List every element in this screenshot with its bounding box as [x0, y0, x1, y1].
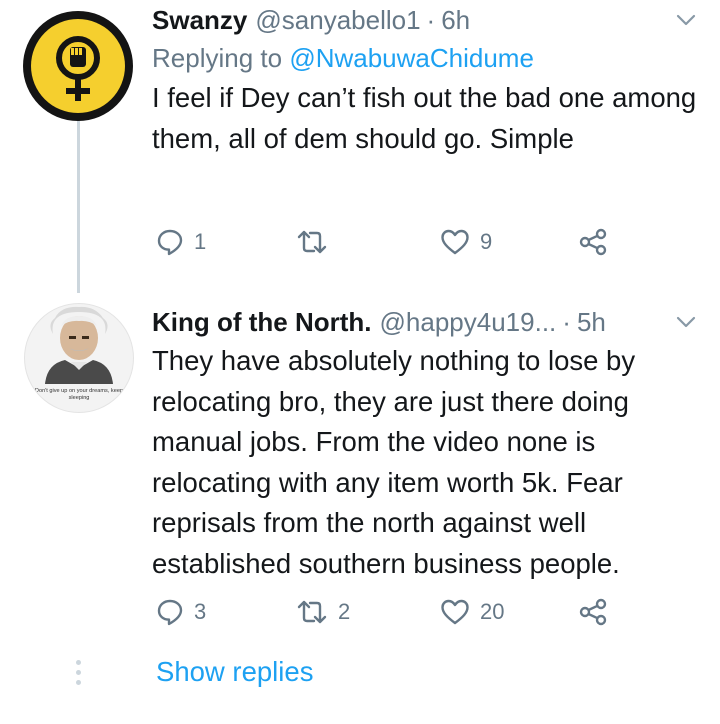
- retweet-icon: [297, 230, 327, 254]
- show-replies-link[interactable]: Show replies: [156, 656, 313, 688]
- tweet-text: They have absolutely nothing to lose by …: [152, 345, 636, 579]
- reply-icon: [157, 599, 183, 626]
- timestamp[interactable]: 5h: [577, 307, 606, 338]
- thread-dots: [76, 660, 81, 690]
- replying-to-label: Replying to: [152, 43, 283, 73]
- chevron-down-icon[interactable]: [672, 6, 700, 34]
- like-count: 9: [480, 229, 493, 254]
- tweet-header: Swanzy @sanyabello1 · 6h: [152, 2, 700, 38]
- reply-button[interactable]: 1: [156, 222, 206, 262]
- retweet-button[interactable]: [296, 222, 338, 262]
- tweet[interactable]: Swanzy @sanyabello1 · 6h Replying to @Nw…: [152, 0, 700, 256]
- mention-link[interactable]: @NwabuwaChidume: [289, 43, 534, 73]
- timestamp[interactable]: 6h: [441, 5, 470, 36]
- user-handle[interactable]: @happy4u19...: [380, 307, 557, 338]
- user-handle[interactable]: @sanyabello1: [255, 5, 420, 36]
- avatar[interactable]: [23, 11, 133, 121]
- separator-dot: ·: [562, 306, 571, 337]
- separator-dot: ·: [426, 4, 436, 35]
- thread-connector-line: [77, 118, 80, 293]
- reply-count: 1: [194, 229, 207, 254]
- share-icon: [579, 228, 607, 256]
- portrait-image: [45, 306, 113, 384]
- tweet[interactable]: King of the North. @happy4u19... · 5h Th…: [152, 298, 700, 626]
- share-icon: [579, 598, 607, 626]
- tweet-text: I feel if Dey can’t fish out the bad one…: [152, 82, 697, 154]
- replying-to: Replying to @NwabuwaChidume: [152, 38, 700, 78]
- reply-icon: [157, 229, 183, 256]
- tweet-actions: 3 2 20: [152, 592, 622, 632]
- tweet-actions: 1 9: [152, 222, 622, 262]
- reply-button[interactable]: 3: [156, 592, 206, 632]
- heart-icon: [441, 229, 469, 255]
- reply-count: 3: [194, 599, 207, 624]
- display-name[interactable]: Swanzy: [152, 5, 247, 36]
- avatar[interactable]: Don't give up on your dreams, keep sleep…: [24, 303, 134, 413]
- feminist-fist-icon: [56, 36, 100, 101]
- retweet-button[interactable]: 2: [296, 592, 350, 632]
- chevron-down-icon[interactable]: [672, 308, 700, 336]
- like-count: 20: [480, 599, 505, 624]
- avatar-caption: Don't give up on your dreams, keep sleep…: [34, 388, 124, 401]
- tweet-header: King of the North. @happy4u19... · 5h: [152, 304, 700, 340]
- like-button[interactable]: 20: [440, 592, 504, 632]
- share-button[interactable]: [578, 592, 608, 632]
- like-button[interactable]: 9: [440, 222, 492, 262]
- retweet-count: 2: [338, 599, 351, 624]
- share-button[interactable]: [578, 222, 608, 262]
- display-name[interactable]: King of the North.: [152, 307, 372, 338]
- retweet-icon: [297, 600, 327, 624]
- heart-icon: [441, 599, 469, 625]
